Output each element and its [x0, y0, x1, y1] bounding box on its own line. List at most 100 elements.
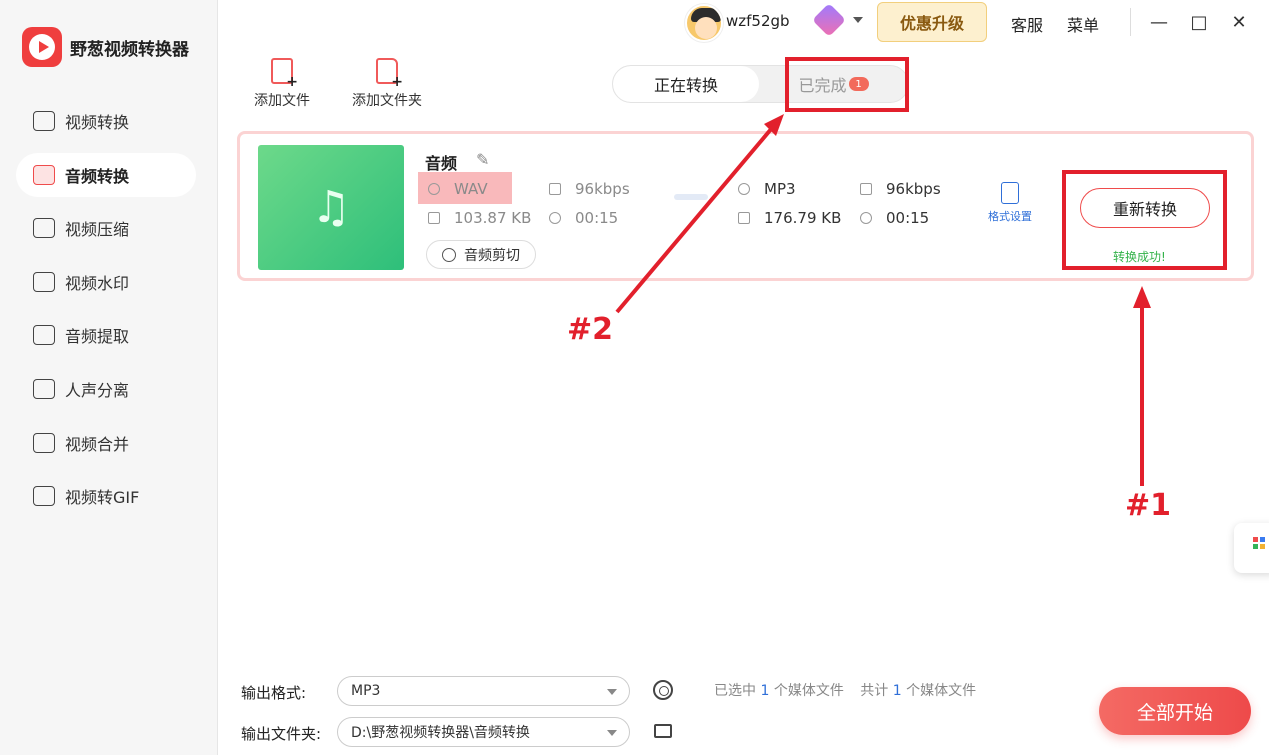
source-bitrate-value: 96kbps — [575, 180, 630, 198]
annotation-label-1: #1 — [1125, 488, 1172, 523]
file-name: 音频 — [425, 154, 458, 173]
source-format: WAV — [428, 180, 488, 198]
total-count: 1 — [892, 683, 902, 699]
floating-side-tab[interactable] — [1234, 523, 1269, 573]
app-logo: 野葱视频转换器 — [22, 27, 189, 67]
menu-button[interactable]: 菜单 — [1067, 12, 1099, 36]
annotation-box-1 — [1062, 170, 1227, 270]
music-note-icon: ♫ — [311, 182, 351, 233]
tab-converting[interactable]: 正在转换 — [613, 66, 759, 102]
divider — [1130, 8, 1131, 36]
sidebar-item-voice-separate[interactable]: 人声分离 — [16, 367, 196, 411]
format-icon — [428, 183, 440, 195]
gear-icon[interactable] — [653, 680, 673, 700]
gif-icon — [33, 486, 55, 507]
video-convert-icon — [33, 111, 55, 131]
add-folder-icon — [376, 58, 403, 90]
selected-suffix: 个媒体文件 — [773, 683, 844, 699]
source-bitrate: 96kbps — [549, 180, 630, 198]
sidebar-item-label: 人声分离 — [65, 380, 130, 400]
output-folder-label: 输出文件夹: — [241, 725, 322, 743]
format-settings-icon — [1001, 182, 1019, 204]
audio-extract-icon — [33, 325, 55, 346]
source-size-value: 103.87 KB — [454, 209, 532, 227]
sidebar-item-label: 视频压缩 — [65, 220, 130, 240]
source-duration: 00:15 — [549, 209, 618, 227]
minimize-button[interactable]: — — [1144, 8, 1174, 36]
app-title: 野葱视频转换器 — [70, 39, 189, 60]
upgrade-button[interactable]: 优惠升级 — [877, 2, 987, 42]
video-merge-icon — [33, 432, 55, 453]
scissors-icon — [442, 247, 456, 262]
sidebar-item-label: 视频转GIF — [65, 488, 140, 508]
annotation-box-2 — [785, 57, 909, 112]
start-all-button[interactable]: 全部开始 — [1099, 687, 1251, 735]
vip-diamond-icon[interactable] — [812, 3, 848, 38]
add-folder-button[interactable]: 添加文件夹 — [352, 58, 422, 110]
sidebar: 野葱视频转换器 视频转换 音频转换 视频压缩 视频水印 音频提取 人声分离 视频… — [0, 0, 218, 755]
selection-stats: 已选中 1 个媒体文件 共计 1 个媒体文件 — [714, 680, 976, 700]
source-size: 103.87 KB — [428, 209, 531, 227]
sidebar-item-audio-extract[interactable]: 音频提取 — [16, 313, 196, 357]
sidebar-item-video-to-gif[interactable]: 视频转GIF — [16, 474, 196, 518]
folder-icon[interactable] — [654, 724, 672, 738]
sidebar-item-video-merge[interactable]: 视频合并 — [16, 421, 196, 465]
sidebar-item-label: 视频水印 — [65, 273, 130, 293]
target-duration-value: 00:15 — [886, 209, 930, 227]
target-duration: 00:15 — [860, 209, 929, 227]
sidebar-item-audio-convert[interactable]: 音频转换 — [16, 152, 196, 197]
audio-clip-button[interactable]: 音频剪切 — [426, 240, 536, 269]
clock-icon — [549, 212, 561, 224]
sidebar-item-watermark[interactable]: 视频水印 — [16, 260, 196, 304]
selected-prefix: 已选中 — [714, 683, 756, 699]
edit-name-icon[interactable]: ✎ — [476, 150, 489, 169]
sidebar-item-video-convert[interactable]: 视频转换 — [16, 99, 196, 143]
audio-convert-icon — [33, 164, 55, 185]
video-compress-icon — [33, 218, 55, 239]
chevron-down-icon[interactable] — [853, 17, 863, 23]
total-suffix: 个媒体文件 — [906, 683, 977, 699]
add-file-button[interactable]: 添加文件 — [254, 58, 310, 110]
sidebar-item-label: 视频合并 — [65, 434, 130, 454]
format-icon — [738, 183, 750, 195]
target-format-value: MP3 — [764, 180, 796, 198]
sidebar-nav: 视频转换 音频转换 视频压缩 视频水印 音频提取 人声分离 视频合并 视频转GI… — [16, 99, 196, 528]
target-bitrate: 96kbps — [860, 180, 941, 198]
format-settings-label: 格式设置 — [988, 210, 1032, 223]
add-file-label: 添加文件 — [254, 93, 310, 109]
sidebar-item-label: 视频转换 — [65, 113, 130, 132]
customer-service-button[interactable]: 客服 — [1011, 12, 1043, 36]
target-size: 176.79 KB — [738, 209, 841, 227]
audio-clip-label: 音频剪切 — [464, 247, 520, 264]
add-file-icon — [271, 58, 298, 90]
watermark-icon — [33, 271, 55, 292]
annotation-label-2: #2 — [567, 312, 614, 347]
close-button[interactable]: ✕ — [1224, 8, 1254, 36]
app-logo-icon — [22, 27, 62, 67]
selected-count: 1 — [760, 683, 770, 699]
sidebar-item-label: 音频转换 — [65, 166, 130, 186]
target-size-value: 176.79 KB — [764, 209, 842, 227]
file-size-icon — [428, 212, 440, 224]
output-folder-select[interactable]: D:\野葱视频转换器\音频转换 — [337, 717, 630, 747]
target-format: MP3 — [738, 180, 796, 198]
bitrate-icon — [860, 183, 872, 195]
source-duration-value: 00:15 — [575, 209, 619, 227]
add-folder-label: 添加文件夹 — [352, 93, 422, 109]
maximize-button[interactable]: □ — [1184, 8, 1214, 36]
file-size-icon — [738, 212, 750, 224]
output-folder-value: D:\野葱视频转换器\音频转换 — [351, 725, 530, 741]
output-format-select[interactable]: MP3 — [337, 676, 630, 706]
voice-separate-icon — [33, 378, 55, 399]
source-format-value: WAV — [454, 180, 488, 198]
audio-thumbnail: ♫ — [258, 145, 404, 270]
format-settings-button[interactable]: 格式设置 — [988, 182, 1032, 224]
username[interactable]: wzf52gb — [726, 12, 790, 30]
output-format-value: MP3 — [351, 683, 381, 699]
total-prefix: 共计 — [860, 683, 889, 699]
user-avatar[interactable] — [685, 4, 723, 42]
sidebar-item-video-compress[interactable]: 视频压缩 — [16, 206, 196, 250]
target-bitrate-value: 96kbps — [886, 180, 941, 198]
arrow-right-icon — [674, 194, 708, 200]
output-format-label: 输出格式: — [241, 684, 307, 702]
